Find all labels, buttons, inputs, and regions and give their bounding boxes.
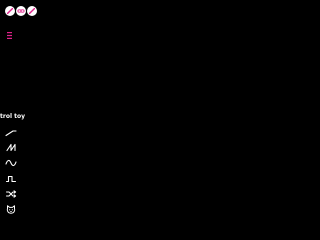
slash-circle-icon bbox=[28, 7, 36, 15]
tool-list bbox=[4, 127, 18, 219]
link-icon bbox=[17, 9, 25, 13]
slash-circle-button-1[interactable] bbox=[5, 6, 15, 16]
sine-wave-icon bbox=[5, 160, 17, 167]
sawtooth-wave-icon bbox=[6, 144, 16, 152]
tool-square-wave[interactable] bbox=[4, 173, 18, 184]
app-screen: trol toy bbox=[0, 0, 320, 240]
tool-cat[interactable] bbox=[4, 204, 18, 215]
menu-button[interactable] bbox=[7, 24, 12, 39]
tool-sine-wave[interactable] bbox=[4, 158, 18, 169]
cat-face-icon bbox=[6, 205, 16, 214]
slash-circle-button-2[interactable] bbox=[27, 6, 37, 16]
tool-linear-ramp[interactable] bbox=[4, 127, 18, 138]
shuffle-icon bbox=[5, 190, 17, 198]
tool-sawtooth-wave[interactable] bbox=[4, 142, 18, 153]
top-button-group bbox=[5, 6, 37, 16]
slash-circle-icon bbox=[6, 7, 14, 15]
section-label: trol toy bbox=[0, 113, 25, 120]
hamburger-menu-icon bbox=[7, 32, 12, 39]
linear-ramp-icon bbox=[5, 129, 17, 136]
link-button[interactable] bbox=[16, 6, 26, 16]
square-wave-icon bbox=[5, 175, 17, 182]
tool-shuffle[interactable] bbox=[4, 189, 18, 200]
